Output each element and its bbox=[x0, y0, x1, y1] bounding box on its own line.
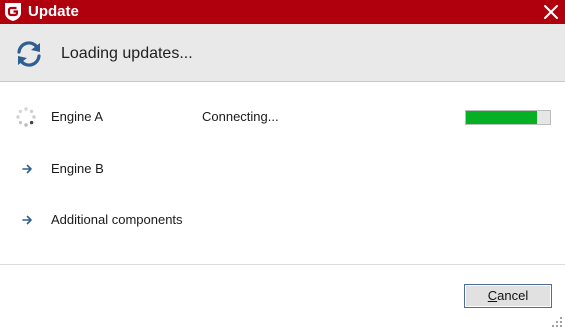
loading-heading: Loading updates... bbox=[61, 45, 193, 62]
update-row-additional-components: Additional components bbox=[0, 208, 565, 232]
sync-icon bbox=[17, 41, 41, 67]
cancel-label: ancel bbox=[497, 288, 529, 303]
row-label: Additional components bbox=[51, 212, 183, 227]
progress-bar bbox=[465, 110, 551, 125]
loading-spinner-icon bbox=[16, 107, 36, 127]
progress-fill bbox=[466, 111, 537, 124]
row-status: Connecting... bbox=[202, 109, 279, 124]
title-bar: Update bbox=[0, 0, 565, 24]
close-icon[interactable] bbox=[541, 2, 561, 22]
gdata-logo-icon bbox=[5, 3, 21, 21]
cancel-button[interactable]: Cancel bbox=[464, 284, 552, 308]
window-title: Update bbox=[28, 3, 79, 20]
footer-divider bbox=[0, 264, 565, 265]
update-row-engine-a: Engine A Connecting... bbox=[0, 105, 565, 129]
update-row-engine-b: Engine B bbox=[0, 157, 565, 181]
row-label: Engine B bbox=[51, 161, 104, 176]
cancel-accelerator: C bbox=[487, 288, 498, 303]
resize-grip-icon[interactable] bbox=[551, 316, 563, 328]
row-label: Engine A bbox=[51, 109, 104, 124]
header-panel: Loading updates... bbox=[0, 24, 565, 82]
arrow-right-icon bbox=[22, 215, 32, 225]
arrow-right-icon bbox=[22, 164, 32, 174]
